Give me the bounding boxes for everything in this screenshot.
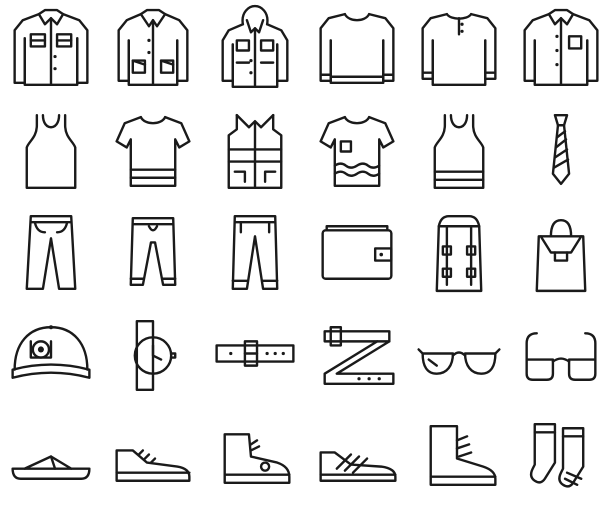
pocket-tshirt-icon [306, 101, 408, 202]
henley-shirt-icon [408, 0, 510, 101]
denim-jacket-icon [0, 0, 102, 101]
socks-icon [510, 404, 612, 505]
running-shoe-icon [306, 404, 408, 505]
necktie-icon [510, 101, 612, 202]
eyeglasses-icon [510, 303, 612, 404]
backpack-icon [510, 202, 612, 303]
backpack-straps-icon [408, 202, 510, 303]
aviator-sunglasses-icon [408, 303, 510, 404]
jeans-icon [0, 202, 102, 303]
clothing-icon-grid [0, 0, 612, 507]
striped-tank-icon [408, 101, 510, 202]
belt-icon [204, 303, 306, 404]
baseball-cap-icon [0, 303, 102, 404]
high-top-sneaker-icon [204, 404, 306, 505]
sneaker-icon [102, 404, 204, 505]
field-jacket-icon [102, 0, 204, 101]
flip-flop-icon [0, 404, 102, 505]
wallet-icon [306, 202, 408, 303]
puffer-vest-icon [204, 101, 306, 202]
striped-tshirt-icon [102, 101, 204, 202]
wristwatch-icon [102, 303, 204, 404]
jogger-pants-icon [102, 202, 204, 303]
pocket-shirt-icon [510, 0, 612, 101]
sweater-icon [306, 0, 408, 101]
folded-belt-icon [306, 303, 408, 404]
trousers-icon [204, 202, 306, 303]
tank-top-icon [0, 101, 102, 202]
hiking-boot-icon [408, 404, 510, 505]
hooded-coat-icon [204, 0, 306, 101]
